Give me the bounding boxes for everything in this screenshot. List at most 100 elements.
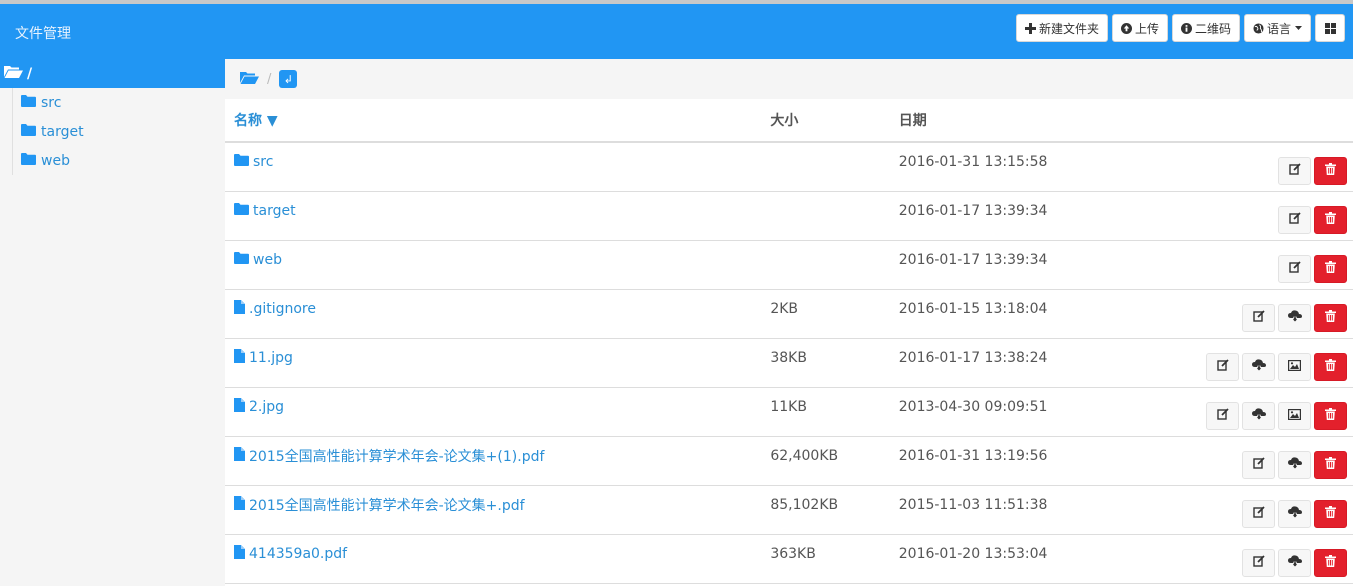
delete-button[interactable] xyxy=(1314,548,1347,577)
cloud-download-icon xyxy=(1287,554,1302,571)
download-button[interactable] xyxy=(1278,499,1311,528)
size-cell: 62,400KB xyxy=(760,436,889,486)
edit-button[interactable] xyxy=(1206,352,1239,381)
edit-button[interactable] xyxy=(1242,499,1275,528)
file-date: 2016-01-31 13:15:58 xyxy=(898,153,1048,170)
upload-button[interactable]: 上传 xyxy=(1111,14,1168,42)
tree-item-src[interactable]: src xyxy=(13,88,225,117)
edit-button[interactable] xyxy=(1278,205,1311,234)
file-link[interactable]: 2015全国高性能计算学术年会-论文集+.pdf xyxy=(234,495,525,515)
language-label: 语言 xyxy=(1266,21,1291,36)
edit-button[interactable] xyxy=(1242,450,1275,479)
date-cell: 2015-11-03 11:51:38 xyxy=(888,485,1206,535)
file-icon xyxy=(234,446,249,465)
download-button[interactable] xyxy=(1278,303,1311,332)
sort-by-date-header[interactable]: 日期 xyxy=(888,99,1206,143)
edit-button[interactable] xyxy=(1242,548,1275,577)
delete-button[interactable] xyxy=(1314,499,1347,528)
date-cell: 2016-01-15 13:18:04 xyxy=(888,289,1206,339)
name-cell: target xyxy=(225,191,761,241)
table-row: 414359a0.pdf 363KB 2016-01-20 13:53:04 xyxy=(225,534,1353,584)
download-button[interactable] xyxy=(1278,450,1311,479)
preview-image-button[interactable] xyxy=(1278,352,1311,381)
breadcrumb-separator: / xyxy=(267,71,272,87)
edit-button[interactable] xyxy=(1242,303,1275,332)
grid-view-button[interactable] xyxy=(1315,14,1345,42)
sort-by-name-header[interactable]: 名称 ▼ xyxy=(225,99,761,143)
file-link[interactable]: 2015全国高性能计算学术年会-论文集+(1).pdf xyxy=(234,446,544,466)
delete-button[interactable] xyxy=(1314,401,1347,430)
file-size: 38KB xyxy=(770,349,807,366)
size-cell xyxy=(760,240,889,290)
size-cell: 85,102KB xyxy=(760,485,889,535)
tree-item-target[interactable]: target xyxy=(13,117,225,146)
size-cell: 363KB xyxy=(760,534,889,584)
edit-icon xyxy=(1216,358,1229,375)
qrcode-button[interactable]: 二维码 xyxy=(1171,14,1240,42)
table-row: 2015全国高性能计算学术年会-论文集+(1).pdf 62,400KB 2016-… xyxy=(225,436,1353,486)
cloud-download-icon xyxy=(1251,358,1266,375)
language-dropdown[interactable]: 语言 xyxy=(1243,14,1311,42)
file-size: 62,400KB xyxy=(770,447,839,464)
new-folder-label: 新建文件夹 xyxy=(1038,21,1099,36)
tree-root[interactable]: / xyxy=(0,59,225,88)
tree-children: src target web xyxy=(12,88,225,175)
tree-item-web[interactable]: web xyxy=(13,146,225,175)
delete-button[interactable] xyxy=(1314,450,1347,479)
delete-button[interactable] xyxy=(1314,303,1347,332)
download-button[interactable] xyxy=(1242,401,1275,430)
file-link[interactable]: 11.jpg xyxy=(234,348,293,367)
edit-button[interactable] xyxy=(1278,254,1311,283)
trash-icon xyxy=(1325,211,1336,228)
trash-icon xyxy=(1325,260,1336,277)
folder-open-icon[interactable] xyxy=(240,71,259,88)
edit-button[interactable] xyxy=(1278,156,1311,185)
file-name: 2015全国高性能计算学术年会-论文集+.pdf xyxy=(249,497,525,514)
edit-button[interactable] xyxy=(1206,401,1239,430)
folder-link[interactable]: src xyxy=(234,153,273,170)
delete-button[interactable] xyxy=(1314,205,1347,234)
delete-button[interactable] xyxy=(1314,156,1347,185)
trash-icon xyxy=(1325,554,1336,571)
file-link[interactable]: .gitignore xyxy=(234,299,316,318)
trash-icon xyxy=(1325,162,1336,179)
file-icon xyxy=(234,397,249,416)
table-row: src 2016-01-31 13:15:58 xyxy=(225,142,1353,192)
edit-icon xyxy=(1252,505,1265,522)
file-link[interactable]: 2.jpg xyxy=(234,397,284,416)
delete-button[interactable] xyxy=(1314,352,1347,381)
size-cell: 38KB xyxy=(760,338,889,388)
folder-link[interactable]: web xyxy=(234,251,282,268)
download-button[interactable] xyxy=(1278,548,1311,577)
delete-button[interactable] xyxy=(1314,254,1347,283)
row-actions xyxy=(1242,450,1347,479)
image-icon xyxy=(1288,408,1302,424)
folder-link[interactable]: target xyxy=(234,202,296,219)
file-date: 2016-01-31 13:19:56 xyxy=(898,447,1048,464)
actions-cell xyxy=(1206,436,1353,486)
preview-image-button[interactable] xyxy=(1278,401,1311,430)
name-cell: 414359a0.pdf xyxy=(225,534,761,584)
file-date: 2016-01-17 13:39:34 xyxy=(898,202,1048,219)
table-row: 2015全国高性能计算学术年会-论文集+.pdf 85,102KB 2015-11-… xyxy=(225,485,1353,535)
plus-icon xyxy=(1024,22,1036,34)
name-cell: src xyxy=(225,142,761,192)
date-cell: 2016-01-17 13:39:34 xyxy=(888,191,1206,241)
folder-icon xyxy=(21,94,41,111)
file-link[interactable]: 414359a0.pdf xyxy=(234,544,347,563)
actions-cell xyxy=(1206,289,1353,339)
date-cell: 2016-01-20 13:53:04 xyxy=(888,534,1206,584)
sort-by-size-header[interactable]: 大小 xyxy=(760,99,889,143)
new-folder-button[interactable]: 新建文件夹 xyxy=(1015,14,1108,42)
download-button[interactable] xyxy=(1242,352,1275,381)
table-row: .gitignore 2KB 2016-01-15 13:18:04 xyxy=(225,289,1353,339)
row-actions xyxy=(1278,205,1347,234)
actions-cell xyxy=(1206,142,1353,192)
trash-icon xyxy=(1325,309,1336,326)
table-header-row: 名称 ▼ 大小 日期 xyxy=(225,99,1353,143)
folder-icon xyxy=(234,153,253,170)
parent-folder-button[interactable]: ↲ xyxy=(279,70,298,88)
file-icon xyxy=(234,544,249,563)
tree-item-label: src xyxy=(41,94,62,111)
size-cell: 2KB xyxy=(760,289,889,339)
